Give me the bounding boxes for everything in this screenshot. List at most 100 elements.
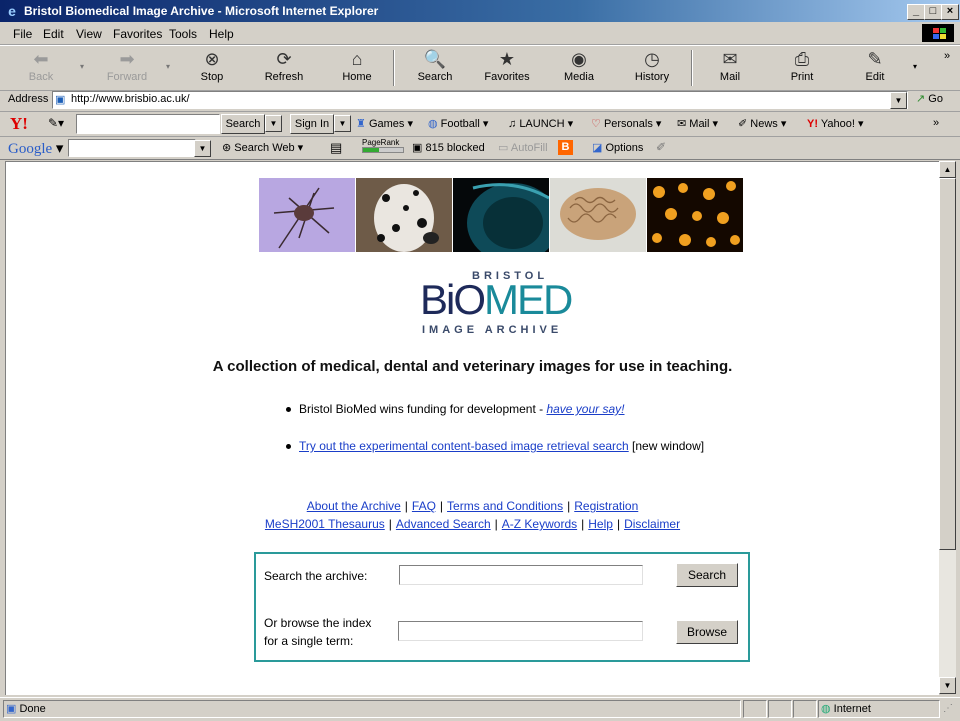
minimize-button[interactable]: _ (907, 4, 925, 20)
yahoo-games[interactable]: ♜ Games ▾ (356, 117, 413, 130)
google-search-web-button[interactable]: ⊛ Search Web ▾ (222, 141, 303, 154)
zone-panel: ◍ Internet (818, 700, 940, 718)
back-dropdown-icon[interactable]: ▾ (80, 62, 84, 71)
google-options-button[interactable]: ◪ Options (592, 141, 643, 154)
address-label: Address (8, 93, 49, 105)
yahoo-home[interactable]: Y! Yahoo! ▾ (807, 117, 864, 130)
help-link[interactable]: Help (588, 517, 613, 531)
close-button[interactable]: × (941, 4, 959, 20)
yahoo-search-input[interactable] (76, 114, 220, 134)
go-button[interactable]: ↗ Go (916, 92, 943, 105)
edit-button[interactable]: ✎ Edit (840, 48, 910, 83)
disclaimer-link[interactable]: Disclaimer (624, 517, 680, 531)
mail-envelope-icon: ✉ (677, 118, 687, 130)
eye-photo (453, 178, 549, 252)
status-panel (768, 700, 792, 718)
menu-bar: File Edit View Favorites Tools Help (0, 23, 960, 45)
news-icon: ✐ (738, 118, 748, 130)
yahoo-mail[interactable]: ✉ Mail ▾ (677, 117, 718, 130)
google-search-dropdown-icon[interactable]: ▼ (194, 140, 211, 157)
favorites-icon: ★ (498, 49, 516, 69)
print-button[interactable]: ⎙ Print (767, 48, 837, 83)
refresh-button[interactable]: ⟳ Refresh (249, 48, 319, 83)
about-link[interactable]: About the Archive (307, 499, 401, 513)
highlighter-icon[interactable]: ✐ (656, 140, 666, 154)
yahoo-pencil-icon[interactable]: ✎▾ (48, 116, 64, 130)
scroll-thumb[interactable] (939, 178, 956, 550)
status-panel (743, 700, 767, 718)
home-button[interactable]: ⌂ Home (322, 48, 392, 83)
blogger-icon[interactable]: B (558, 140, 573, 155)
google-logo[interactable]: Google ▾ (8, 139, 63, 158)
launch-icon: ♫ (508, 118, 517, 130)
resize-grip-icon[interactable]: ⋰ (943, 703, 953, 714)
google-search-input[interactable] (68, 139, 196, 157)
registration-link[interactable]: Registration (574, 499, 638, 513)
standard-toolbar: ⬅ Back ▾ ➡ Forward ▾ ⊗ Stop ⟳ Refresh ⌂ … (0, 45, 960, 91)
stop-button[interactable]: ⊗ Stop (177, 48, 247, 83)
scroll-down-icon[interactable]: ▼ (939, 677, 956, 694)
news-bullet-1: Bristol BioMed wins funding for developm… (286, 402, 625, 416)
autofill-button[interactable]: ▭ AutoFill (498, 141, 548, 154)
nav-links-row-1: About the Archive | FAQ | Terms and Conditio… (306, 499, 639, 513)
vertical-scrollbar[interactable]: ▲ ▼ (939, 161, 956, 694)
menu-edit[interactable]: Edit (43, 27, 64, 41)
address-bar: Address ▣ http://www.brisbio.ac.uk/ ▼ ↗ … (0, 89, 960, 112)
yahoo-logo-icon[interactable]: Y! (10, 114, 28, 134)
options-icon: ◪ (592, 142, 603, 154)
toolbar-chevron-icon[interactable]: » (944, 50, 950, 62)
address-input[interactable]: ▣ http://www.brisbio.ac.uk/ (52, 91, 908, 109)
favorites-button[interactable]: ★ Favorites (472, 48, 542, 83)
status-bar: ▣ Done ◍ Internet ⋰ (0, 697, 960, 721)
forward-button[interactable]: ➡ Forward (92, 48, 162, 83)
browse-button[interactable]: Browse (676, 620, 738, 644)
media-button[interactable]: ◉ Media (544, 48, 614, 83)
mail-button[interactable]: ✉ Mail (695, 48, 765, 83)
page-content: BRISTOL BiOMED IMAGE ARCHIVE A collectio… (5, 161, 939, 695)
biomed-logo: BRISTOL BiOMED IMAGE ARCHIVE (420, 270, 573, 336)
browse-index-input[interactable] (398, 621, 643, 641)
menu-view[interactable]: View (76, 27, 102, 41)
terms-link[interactable]: Terms and Conditions (447, 499, 563, 513)
faq-link[interactable]: FAQ (412, 499, 436, 513)
menu-favorites[interactable]: Favorites (113, 27, 162, 41)
popup-blocker-button[interactable]: ▣ 815 blocked (412, 141, 485, 154)
menu-file[interactable]: File (13, 27, 32, 41)
yahoo-signin-dropdown-icon[interactable]: ▼ (334, 115, 351, 132)
maximize-button[interactable]: □ (924, 4, 942, 20)
back-button[interactable]: ⬅ Back (6, 48, 76, 83)
games-icon: ♜ (356, 118, 366, 130)
az-keywords-link[interactable]: A-Z Keywords (502, 517, 577, 531)
toolbar-divider (691, 50, 693, 86)
dalmatian-photo (356, 178, 452, 252)
yahoo-search-dropdown-icon[interactable]: ▼ (265, 115, 282, 132)
yahoo-more-chevron-icon[interactable]: » (933, 117, 939, 129)
pagerank-indicator: PageRank (362, 138, 404, 153)
menu-help[interactable]: Help (209, 27, 234, 41)
edit-dropdown-icon[interactable]: ▾ (913, 62, 917, 71)
address-url[interactable]: http://www.brisbio.ac.uk/ (71, 93, 190, 105)
google-news-icon[interactable]: ▤ (330, 140, 342, 156)
advanced-search-link[interactable]: Advanced Search (396, 517, 491, 531)
mesh-thesaurus-link[interactable]: MeSH2001 Thesaurus (265, 517, 385, 531)
scroll-up-icon[interactable]: ▲ (939, 161, 956, 178)
yahoo-football[interactable]: ◍ Football ▾ (428, 117, 488, 130)
yahoo-signin-button[interactable]: Sign In (290, 114, 334, 134)
cbir-search-link[interactable]: Try out the experimental content-based i… (299, 439, 629, 453)
search-button[interactable]: 🔍 Search (400, 48, 470, 83)
bullet-dot (286, 444, 291, 450)
yahoo-news[interactable]: ✐ News ▾ (738, 117, 786, 130)
menu-tools[interactable]: Tools (169, 27, 197, 41)
brain-photo (550, 178, 646, 252)
search-archive-input[interactable] (399, 565, 643, 585)
yahoo-search-button[interactable]: Search (221, 114, 265, 134)
autofill-icon: ▭ (498, 142, 509, 154)
have-your-say-link[interactable]: have your say! (546, 402, 624, 416)
yahoo-personals[interactable]: ♡ Personals ▾ (591, 117, 661, 130)
history-button[interactable]: ◷ History (617, 48, 687, 83)
yahoo-launch[interactable]: ♫ LAUNCH ▾ (508, 117, 573, 130)
search-archive-button[interactable]: Search (676, 563, 738, 587)
forward-dropdown-icon[interactable]: ▾ (166, 62, 170, 71)
stop-icon: ⊗ (204, 49, 220, 69)
address-dropdown-icon[interactable]: ▼ (890, 92, 907, 109)
